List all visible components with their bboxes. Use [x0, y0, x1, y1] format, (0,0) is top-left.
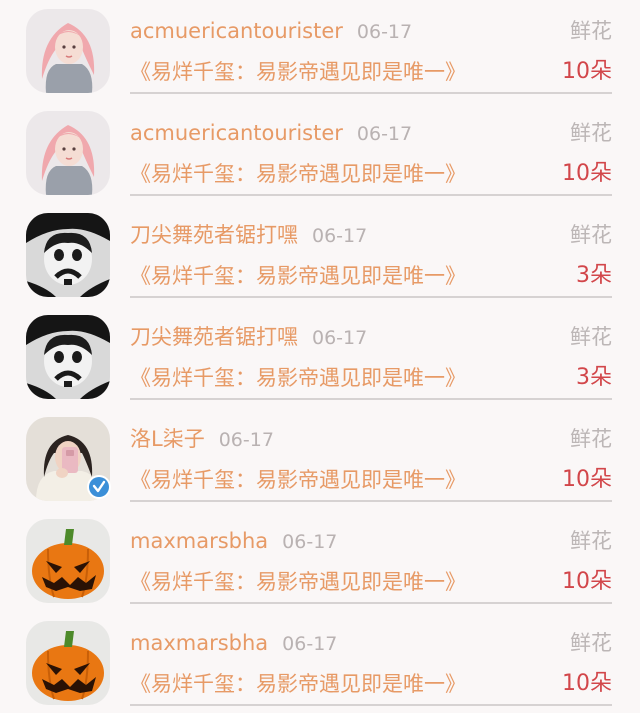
row-divider — [130, 500, 612, 502]
gift-date: 06-17 — [356, 123, 413, 145]
row-divider — [130, 92, 612, 94]
gift-target-title[interactable]: 《易烊千玺：易影帝遇见即是唯一》 — [130, 363, 466, 393]
gift-record-row[interactable]: maxmarsbha 06-17 鲜花 《易烊千玺：易影帝遇见即是唯一》 10朵 — [0, 612, 640, 713]
verified-badge-icon — [87, 475, 111, 499]
row-divider — [130, 296, 612, 298]
username[interactable]: maxmarsbha 06-17 — [130, 628, 337, 659]
gift-record-row[interactable]: acmuericantourister 06-17 鲜花 《易烊千玺：易影帝遇见即… — [0, 0, 640, 102]
gift-type-label: 鲜花 — [570, 427, 612, 451]
avatar[interactable] — [26, 519, 110, 603]
gift-target-title[interactable]: 《易烊千玺：易影帝遇见即是唯一》 — [130, 261, 466, 291]
gift-type-label: 鲜花 — [570, 121, 612, 145]
gift-target-title[interactable]: 《易烊千玺：易影帝遇见即是唯一》 — [130, 465, 466, 495]
gift-target-title[interactable]: 《易烊千玺：易影帝遇见即是唯一》 — [130, 669, 466, 699]
gift-date: 06-17 — [312, 225, 368, 247]
gift-target-title[interactable]: 《易烊千玺：易影帝遇见即是唯一》 — [130, 57, 466, 87]
gift-record-row[interactable]: 洛L柒子 06-17 鲜花 《易烊千玺：易影帝遇见即是唯一》 10朵 — [0, 408, 640, 510]
username[interactable]: 刀尖舞苑者锯打嘿 06-17 — [130, 322, 367, 353]
username[interactable]: 洛L柒子 06-17 — [130, 424, 274, 455]
gift-date: 06-17 — [218, 429, 274, 451]
gift-date: 06-17 — [282, 633, 338, 655]
gift-count: 10朵 — [562, 467, 612, 492]
gift-type-label: 鲜花 — [570, 19, 612, 43]
row-divider — [130, 194, 612, 196]
gift-record-list: acmuericantourister 06-17 鲜花 《易烊千玺：易影帝遇见即… — [0, 0, 640, 713]
row-divider — [130, 398, 612, 400]
gift-type-label: 鲜花 — [570, 325, 612, 349]
gift-record-row[interactable]: maxmarsbha 06-17 鲜花 《易烊千玺：易影帝遇见即是唯一》 10朵 — [0, 510, 640, 612]
gift-record-row[interactable]: 刀尖舞苑者锯打嘿 06-17 鲜花 《易烊千玺：易影帝遇见即是唯一》 3朵 — [0, 306, 640, 408]
gift-target-title[interactable]: 《易烊千玺：易影帝遇见即是唯一》 — [130, 567, 466, 597]
gift-count: 3朵 — [576, 365, 612, 390]
gift-count: 10朵 — [562, 59, 612, 84]
gift-count: 10朵 — [562, 671, 612, 696]
gift-date: 06-17 — [312, 327, 368, 349]
avatar[interactable] — [26, 315, 110, 399]
gift-count: 3朵 — [576, 263, 612, 288]
avatar[interactable] — [26, 621, 110, 705]
gift-type-label: 鲜花 — [570, 223, 612, 247]
gift-date: 06-17 — [356, 21, 413, 43]
avatar[interactable] — [26, 111, 110, 195]
username[interactable]: acmuericantourister 06-17 — [130, 16, 412, 47]
gift-type-label: 鲜花 — [570, 529, 612, 553]
avatar[interactable] — [26, 213, 110, 297]
row-divider — [130, 704, 612, 706]
row-divider — [130, 602, 612, 604]
username[interactable]: acmuericantourister 06-17 — [130, 118, 412, 149]
gift-record-row[interactable]: acmuericantourister 06-17 鲜花 《易烊千玺：易影帝遇见即… — [0, 102, 640, 204]
gift-target-title[interactable]: 《易烊千玺：易影帝遇见即是唯一》 — [130, 159, 466, 189]
gift-record-row[interactable]: 刀尖舞苑者锯打嘿 06-17 鲜花 《易烊千玺：易影帝遇见即是唯一》 3朵 — [0, 204, 640, 306]
username[interactable]: maxmarsbha 06-17 — [130, 526, 337, 557]
gift-type-label: 鲜花 — [570, 631, 612, 655]
username[interactable]: 刀尖舞苑者锯打嘿 06-17 — [130, 220, 367, 251]
gift-count: 10朵 — [562, 569, 612, 594]
gift-date: 06-17 — [282, 531, 338, 553]
gift-count: 10朵 — [562, 161, 612, 186]
avatar[interactable] — [26, 9, 110, 93]
